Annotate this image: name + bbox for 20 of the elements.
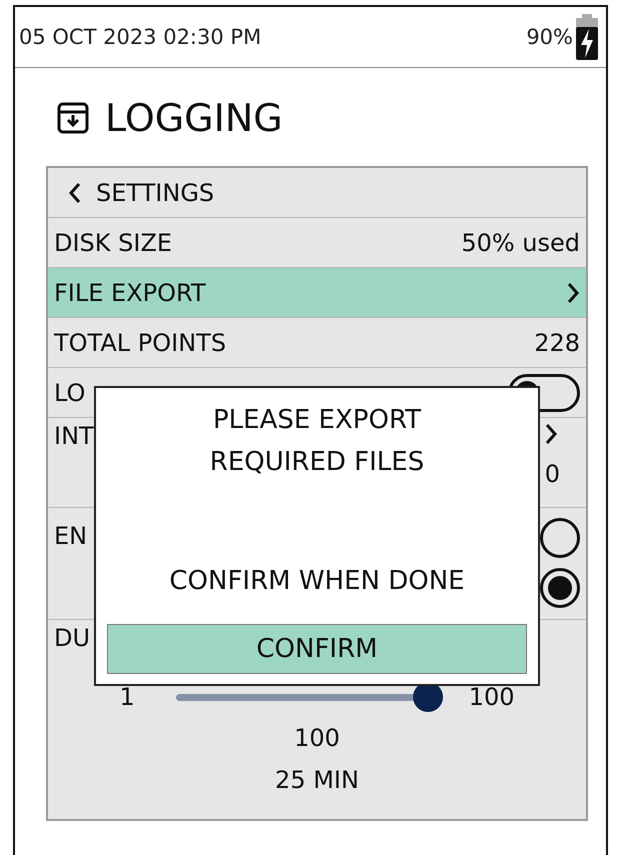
row-value: 50% used — [461, 228, 580, 256]
slider-max: 100 — [468, 683, 515, 711]
row-label: INT — [54, 422, 94, 450]
duration-text: 25 MIN — [275, 766, 359, 794]
slider-min: 1 — [119, 683, 135, 711]
row-label: DISK SIZE — [54, 228, 172, 256]
row-value: 0 — [544, 460, 560, 488]
date-time: 05 OCT 2023 02:30 PM — [19, 25, 262, 49]
dialog-message: PLEASE EXPORT REQUIRED FILES — [208, 404, 426, 479]
row-label: TOTAL POINTS — [54, 328, 226, 356]
slider-value: 100 — [294, 724, 340, 752]
row-label: LO — [54, 378, 86, 406]
page-title: LOGGING — [105, 96, 283, 140]
back-label: SETTINGS — [96, 178, 214, 206]
row-label: FILE EXPORT — [54, 278, 206, 306]
row-label: DU — [54, 624, 90, 652]
row-label: EN — [54, 522, 88, 552]
dialog-prompt: CONFIRM WHEN DONE — [169, 566, 465, 596]
row-value: 228 — [534, 328, 580, 356]
battery-percent: 90% — [526, 25, 573, 49]
